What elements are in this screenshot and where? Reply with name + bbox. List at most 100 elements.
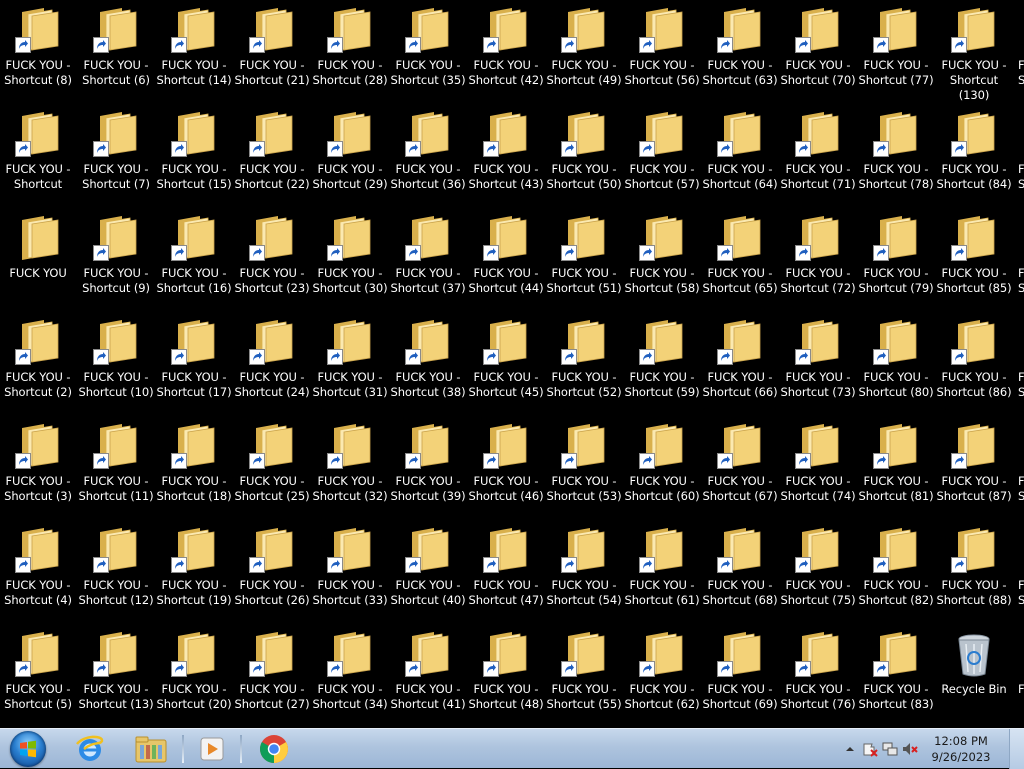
desktop[interactable]: FUCK YOU - Shortcut (8) FUCK YOU - Shortc… bbox=[0, 0, 1024, 728]
desktop-shortcut[interactable]: FUCK YOU - Shortcut (41) bbox=[390, 626, 466, 726]
desktop-shortcut[interactable]: FUCK YOU - Shortcut (6) bbox=[78, 2, 154, 102]
desktop-shortcut[interactable]: FUCK YOU - Shortcut (84) bbox=[936, 106, 1012, 206]
desktop-shortcut[interactable]: FUCK YOU - Shortcut (47) bbox=[468, 522, 544, 622]
desktop-shortcut[interactable]: FUCK YOU - Shortcut (85) bbox=[936, 210, 1012, 310]
desktop-shortcut[interactable]: FUCK YOU - Shortcut (63) bbox=[702, 2, 778, 102]
desktop-shortcut[interactable]: FUCK YOU - Shortcut (45) bbox=[468, 314, 544, 414]
desktop-shortcut[interactable]: FUCK YOU - Shortcut (5) bbox=[0, 626, 76, 726]
desktop-shortcut[interactable]: FUCK YOU - Shortcut (13) bbox=[78, 626, 154, 726]
desktop-shortcut[interactable]: FUCK YOU - Shortcut bbox=[0, 106, 76, 206]
desktop-shortcut[interactable]: FUCK YOU - Shortcut (76) bbox=[780, 626, 856, 726]
desktop-shortcut[interactable]: FUCK YOU - Shortcut (73) bbox=[780, 314, 856, 414]
desktop-shortcut[interactable]: FUCK YOU - Shortcut (27) bbox=[234, 626, 310, 726]
desktop-shortcut[interactable]: FUCK YOU - Shortcut (38) bbox=[390, 314, 466, 414]
desktop-shortcut[interactable]: FUCK YOU - Shortcut (21) bbox=[234, 2, 310, 102]
desktop-shortcut[interactable]: FUCK YOU - Shortcut (77) bbox=[858, 2, 934, 102]
desktop-shortcut[interactable]: FUCK YOU - Shortcut (25) bbox=[234, 418, 310, 518]
desktop-shortcut[interactable]: FUCK YOU - Shortcut (70) bbox=[780, 2, 856, 102]
desktop-shortcut[interactable]: FUCK YOU - Shortcut (52) bbox=[546, 314, 622, 414]
desktop-shortcut[interactable]: FUCK YOU - Shortcut (24) bbox=[234, 314, 310, 414]
desktop-shortcut[interactable]: FUCK YOU - Shortcut (60) bbox=[624, 418, 700, 518]
desktop-shortcut[interactable]: FUCK YOU - Shortcut (11) bbox=[78, 418, 154, 518]
desktop-shortcut[interactable]: FUCK YOU - Shortcut (66) bbox=[702, 314, 778, 414]
desktop-shortcut[interactable]: FUCK YOU - Shortcut (67) bbox=[702, 418, 778, 518]
desktop-shortcut[interactable]: FUCK YOU - Shortcut (42) bbox=[468, 2, 544, 102]
desktop-shortcut[interactable]: FUCK YOU - Shortcut (30) bbox=[312, 210, 388, 310]
desktop-shortcut[interactable]: FUCK YOU - Shortcut (46) bbox=[468, 418, 544, 518]
desktop-shortcut[interactable]: FUCK YOU - Shortcut (20) bbox=[156, 626, 232, 726]
show-hidden-icons-icon[interactable] bbox=[842, 741, 858, 757]
desktop-shortcut[interactable]: FUCK YOU - Shortcut (50) bbox=[546, 106, 622, 206]
recycle-bin-desktop-icon[interactable]: Recycle Bin bbox=[936, 626, 1012, 726]
desktop-shortcut[interactable]: FUCK YOU - Shortcut (3) bbox=[0, 418, 76, 518]
taskbar-windows-media-player[interactable] bbox=[190, 729, 234, 769]
desktop-shortcut[interactable]: FUCK YOU - Shortcut (16) bbox=[156, 210, 232, 310]
desktop-shortcut[interactable]: FUCK YOU - Shortcut (62) bbox=[624, 626, 700, 726]
desktop-shortcut[interactable]: FUCK YOU - Shortcut (29) bbox=[312, 106, 388, 206]
desktop-shortcut[interactable]: FUCK YOU - Shortcut (55) bbox=[546, 626, 622, 726]
desktop-shortcut[interactable]: FUCK YOU - Shortcut (4) bbox=[0, 522, 76, 622]
desktop-shortcut[interactable]: FUCK YOU - Shortcut (65) bbox=[702, 210, 778, 310]
desktop-shortcut[interactable]: FUCK YOU - Shortcut (35) bbox=[390, 2, 466, 102]
desktop-shortcut[interactable]: FUCK YOU - Shortcut (88) bbox=[936, 522, 1012, 622]
desktop-shortcut[interactable]: FUCK YOU - Shortcut (26) bbox=[234, 522, 310, 622]
desktop-shortcut[interactable]: FUCK YOU - Shortcut (44) bbox=[468, 210, 544, 310]
desktop-shortcut[interactable]: FUCK YOU - Shortcut (33) bbox=[312, 522, 388, 622]
desktop-shortcut[interactable]: FUCK YOU - Shortcut (51) bbox=[546, 210, 622, 310]
desktop-shortcut[interactable]: FUCK YOU - Shortcut (12) bbox=[78, 522, 154, 622]
desktop-shortcut[interactable]: FUCK YOU - Shortcut (23) bbox=[234, 210, 310, 310]
desktop-shortcut[interactable]: FUCK YOU bbox=[0, 210, 76, 310]
desktop-shortcut[interactable]: FUCK YOU - Shortcut (54) bbox=[546, 522, 622, 622]
start-button[interactable] bbox=[2, 729, 54, 769]
desktop-shortcut[interactable]: FUCK YOU - Shortcut (53) bbox=[546, 418, 622, 518]
desktop-shortcut[interactable]: FUCK YOU - Shortcut (69) bbox=[702, 626, 778, 726]
desktop-shortcut[interactable]: FUCK YOU - Shortcut (72) bbox=[780, 210, 856, 310]
desktop-shortcut[interactable]: FUCK YOU - Shortcut (9) bbox=[78, 210, 154, 310]
desktop-shortcut[interactable]: FUCK YOU - Shortcut (31) bbox=[312, 314, 388, 414]
network-icon[interactable] bbox=[882, 741, 898, 757]
desktop-shortcut[interactable]: FUCK YOU - Shortcut (49) bbox=[546, 2, 622, 102]
volume-muted-icon[interactable] bbox=[902, 741, 918, 757]
desktop-shortcut[interactable]: FUCK YOU - Shortcut (82) bbox=[858, 522, 934, 622]
desktop-shortcut[interactable]: FUCK YOU - Shortcut (22) bbox=[234, 106, 310, 206]
desktop-shortcut[interactable]: FUCK YOU - Shortcut (56) bbox=[624, 2, 700, 102]
desktop-shortcut[interactable]: FUCK YOU - Shortcut (83) bbox=[858, 626, 934, 726]
desktop-shortcut[interactable]: FUCK YOU - Shortcut (40) bbox=[390, 522, 466, 622]
desktop-shortcut[interactable]: FUCK YOU - Shortcut (43) bbox=[468, 106, 544, 206]
desktop-shortcut[interactable]: FUCK YOU - Shortcut (48) bbox=[468, 626, 544, 726]
action-center-icon[interactable] bbox=[862, 741, 878, 757]
desktop-shortcut[interactable]: FUCK YOU - Shortcut (61) bbox=[624, 522, 700, 622]
desktop-shortcut[interactable]: FUCK YOU - Shortcut (28) bbox=[312, 2, 388, 102]
desktop-shortcut[interactable]: FUCK YOU - Shortcut (10) bbox=[78, 314, 154, 414]
desktop-shortcut[interactable]: FUCK YOU - Shortcut (71) bbox=[780, 106, 856, 206]
taskbar-windows-explorer[interactable] bbox=[126, 729, 176, 769]
desktop-shortcut[interactable]: FUCK YOU - Shortcut (39) bbox=[390, 418, 466, 518]
desktop-shortcut[interactable]: FUCK YOU - Shortcut (14) bbox=[156, 2, 232, 102]
desktop-shortcut[interactable]: FUCK YOU - Shortcut (57) bbox=[624, 106, 700, 206]
taskbar-google-chrome[interactable] bbox=[250, 729, 298, 769]
taskbar-internet-explorer[interactable] bbox=[66, 729, 114, 769]
desktop-shortcut[interactable]: FUCK YOU - Shortcut (17) bbox=[156, 314, 232, 414]
clock[interactable]: 12:08 PM 9/26/2023 bbox=[926, 733, 996, 765]
desktop-shortcut[interactable]: FUCK YOU - Shortcut (130) bbox=[936, 2, 1012, 102]
desktop-shortcut[interactable]: FUCK YOU - Shortcut (80) bbox=[858, 314, 934, 414]
desktop-shortcut[interactable]: FUCK YOU - Shortcut (59) bbox=[624, 314, 700, 414]
desktop-shortcut[interactable]: FUCK YOU - Shortcut (74) bbox=[780, 418, 856, 518]
desktop-shortcut[interactable]: FUCK YOU - Shortcut (68) bbox=[702, 522, 778, 622]
desktop-shortcut[interactable]: FUCK YOU - Shortcut (86) bbox=[936, 314, 1012, 414]
desktop-shortcut[interactable]: FUCK YOU - Shortcut (87) bbox=[936, 418, 1012, 518]
desktop-shortcut[interactable]: FUCK YOU - Shortcut (8) bbox=[0, 2, 76, 102]
desktop-shortcut[interactable]: FUCK YOU - Shortcut (36) bbox=[390, 106, 466, 206]
desktop-shortcut[interactable]: FUCK YOU - Shortcut (34) bbox=[312, 626, 388, 726]
show-desktop-button[interactable] bbox=[1009, 729, 1024, 769]
desktop-shortcut[interactable]: FUCK YOU - Shortcut (37) bbox=[390, 210, 466, 310]
desktop-shortcut[interactable]: FUCK YOU - Shortcut (19) bbox=[156, 522, 232, 622]
desktop-shortcut[interactable]: FUCK YOU - Shortcut (7) bbox=[78, 106, 154, 206]
desktop-shortcut[interactable]: FUCK YOU - Shortcut (32) bbox=[312, 418, 388, 518]
desktop-shortcut[interactable]: FUCK YOU - Shortcut (15) bbox=[156, 106, 232, 206]
desktop-shortcut[interactable]: FUCK YOU - Shortcut (75) bbox=[780, 522, 856, 622]
desktop-shortcut[interactable]: FUCK YOU - Shortcut (58) bbox=[624, 210, 700, 310]
desktop-shortcut[interactable]: FUCK YOU - Shortcut (79) bbox=[858, 210, 934, 310]
desktop-shortcut[interactable]: FUCK YOU - Shortcut (18) bbox=[156, 418, 232, 518]
desktop-shortcut[interactable]: FUCK YOU - Shortcut (81) bbox=[858, 418, 934, 518]
